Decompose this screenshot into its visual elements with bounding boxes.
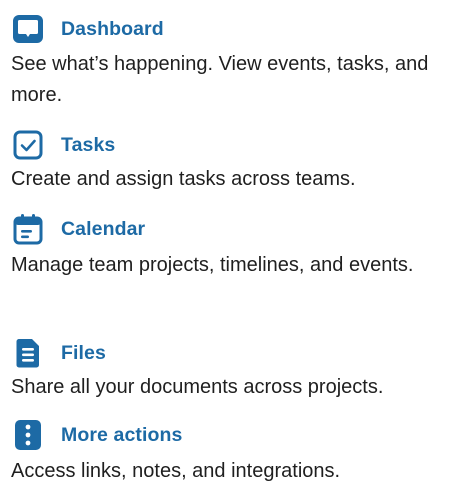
files-link[interactable]: Files: [0, 336, 456, 370]
calendar-title: Calendar: [61, 217, 146, 240]
calendar-icon: [11, 212, 45, 246]
calendar-link[interactable]: Calendar: [0, 212, 456, 246]
tasks-description: Create and assign tasks across teams.: [11, 168, 356, 190]
more-vertical-icon: [11, 418, 45, 452]
more-actions-title: More actions: [61, 423, 183, 446]
dashboard-link[interactable]: Dashboard: [0, 12, 456, 46]
file-icon: [11, 336, 45, 370]
tasks-title: Tasks: [61, 133, 116, 156]
feature-item-tasks: Tasks Create and assign tasks across tea…: [0, 128, 456, 195]
feature-item-more-actions: More actions Access links, notes, and in…: [0, 418, 456, 487]
files-description: Share all your documents across projects…: [11, 376, 384, 398]
more-actions-link[interactable]: More actions: [0, 418, 456, 452]
feature-list: Dashboard See what’s happening. View eve…: [0, 0, 456, 485]
dashboard-title: Dashboard: [61, 17, 164, 40]
dashboard-description: See what’s happening. View events, tasks…: [11, 53, 429, 106]
feature-item-files: Files Share all your documents across pr…: [0, 336, 456, 403]
more-actions-description: Access links, notes, and integrations.: [11, 460, 341, 482]
tasks-checkbox-icon: [11, 128, 45, 162]
files-title: Files: [61, 341, 106, 364]
feature-item-calendar: Calendar Manage team projects, timelines…: [0, 212, 456, 281]
dashboard-icon: [11, 12, 45, 46]
feature-item-dashboard: Dashboard See what’s happening. View eve…: [0, 12, 456, 111]
calendar-description: Manage team projects, timelines, and eve…: [11, 254, 414, 276]
tasks-link[interactable]: Tasks: [0, 128, 456, 162]
